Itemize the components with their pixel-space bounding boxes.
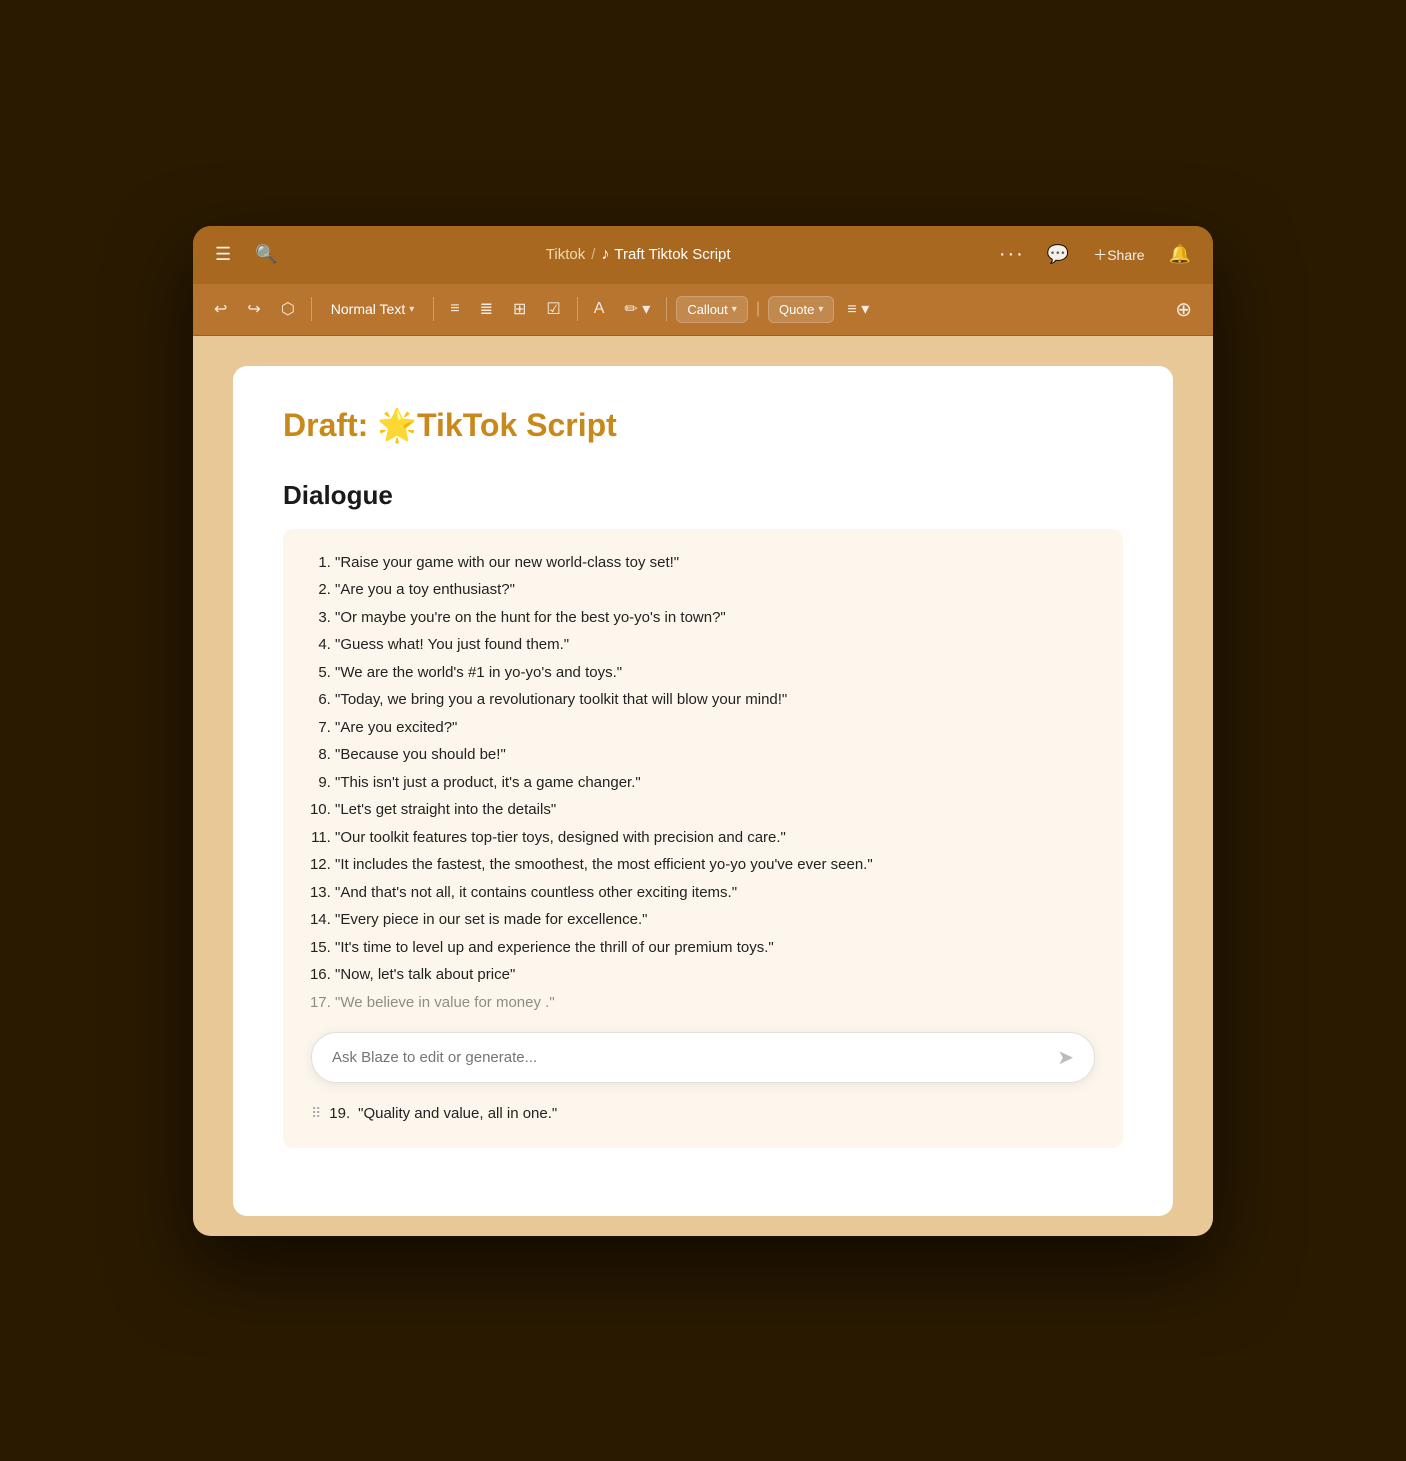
ai-send-button[interactable]: ➤ — [1057, 1045, 1074, 1070]
top-bar-center: Tiktok / ♪ Traft Tiktok Script — [294, 246, 983, 264]
quote-label: Quote — [779, 302, 814, 317]
list-item: "We believe in value for money ." — [335, 989, 1095, 1017]
insert-button[interactable]: ⊕ — [1168, 292, 1199, 327]
list-item: "Raise your game with our new world-clas… — [335, 549, 1095, 577]
list-item: "Are you excited?" — [335, 714, 1095, 742]
list-item: "Now, let's talk about price" — [335, 961, 1095, 989]
redo-button[interactable]: ↪ — [240, 294, 267, 324]
document-title: Draft: 🌟TikTok Script — [283, 406, 1123, 444]
list-item: "Or maybe you're on the hunt for the bes… — [335, 604, 1095, 632]
text-style-label: Normal Text — [331, 301, 405, 317]
checklist-button[interactable]: ☑ — [539, 294, 567, 324]
breadcrumb-parent: Tiktok — [546, 246, 585, 263]
search-button[interactable]: 🔍 — [249, 240, 283, 269]
toolbar: ↩ ↪ ⬡ Normal Text ▾ ≡ ≣ ⊞ ☑ A ✏ ▾ Callou… — [193, 284, 1213, 336]
breadcrumb-current: ♪ Traft Tiktok Script — [601, 246, 730, 264]
ai-input-field[interactable] — [332, 1049, 1057, 1066]
share-button[interactable]: ＋ Share — [1085, 241, 1152, 269]
list-item: "We are the world's #1 in yo-yo's and to… — [335, 659, 1095, 687]
numbered-list-button[interactable]: ≣ — [473, 294, 500, 324]
share-icon: ＋ — [1093, 245, 1107, 265]
undo-button[interactable]: ↩ — [207, 294, 234, 324]
top-bar-right: ··· 💬 ＋ Share 🔔 — [993, 240, 1197, 269]
quote-chevron-icon: ▾ — [818, 304, 823, 315]
list-item: "Because you should be!" — [335, 741, 1095, 769]
document-card: Draft: 🌟TikTok Script Dialogue "Raise yo… — [233, 366, 1173, 1216]
font-color-button[interactable]: A — [587, 295, 612, 323]
app-window: ☰ 🔍 Tiktok / ♪ Traft Tiktok Script ··· 💬… — [193, 226, 1213, 1236]
dialogue-list: "Raise your game with our new world-clas… — [311, 549, 1095, 1017]
callout-dropdown[interactable]: Callout ▾ — [676, 296, 748, 323]
list-item: "Let's get straight into the details" — [335, 796, 1095, 824]
toolbar-divider — [311, 297, 312, 321]
table-button[interactable]: ⊞ — [506, 294, 533, 324]
callout-label: Callout — [687, 302, 727, 317]
comment-button[interactable]: 💬 — [1041, 240, 1075, 269]
quote-dropdown[interactable]: Quote ▾ — [768, 296, 834, 323]
chevron-down-icon: ▾ — [409, 304, 414, 315]
list-item: "It's time to level up and experience th… — [335, 934, 1095, 962]
list-item: "Guess what! You just found them." — [335, 631, 1095, 659]
drag-handle-icon[interactable]: ⠿ — [311, 1105, 321, 1122]
align-dropdown[interactable]: ≡ ▾ — [840, 294, 876, 324]
list-item: "Are you a toy enthusiast?" — [335, 576, 1095, 604]
bullet-list-button[interactable]: ≡ — [443, 295, 466, 323]
text-style-dropdown[interactable]: Normal Text ▾ — [321, 296, 424, 322]
menu-button[interactable]: ☰ — [209, 240, 237, 269]
dialogue-list-container: "Raise your game with our new world-clas… — [283, 529, 1123, 1149]
content-area: Draft: 🌟TikTok Script Dialogue "Raise yo… — [193, 336, 1213, 1236]
list-item: "This isn't just a product, it's a game … — [335, 769, 1095, 797]
toolbar-divider-3 — [577, 297, 578, 321]
erase-button[interactable]: ⬡ — [274, 294, 302, 324]
list-item-19-number: 19. — [329, 1105, 350, 1122]
ai-input-bar: ➤ — [311, 1032, 1095, 1083]
top-bar-left: ☰ 🔍 — [209, 240, 284, 269]
list-item: "And that's not all, it contains countle… — [335, 879, 1095, 907]
notification-button[interactable]: 🔔 — [1163, 240, 1197, 269]
list-item-19-text: "Quality and value, all in one." — [358, 1105, 557, 1122]
section-heading-dialogue: Dialogue — [283, 480, 1123, 511]
top-bar: ☰ 🔍 Tiktok / ♪ Traft Tiktok Script ··· 💬… — [193, 226, 1213, 284]
list-item-19: ⠿ 19. "Quality and value, all in one." — [311, 1099, 1095, 1128]
list-item: "Every piece in our set is made for exce… — [335, 906, 1095, 934]
toolbar-divider-4 — [666, 297, 667, 321]
toolbar-divider-2 — [433, 297, 434, 321]
font-color-icon: A — [594, 300, 605, 318]
breadcrumb-separator: / — [591, 246, 595, 263]
list-item: "Today, we bring you a revolutionary too… — [335, 686, 1095, 714]
page-title: Traft Tiktok Script — [614, 246, 730, 263]
callout-chevron-icon: ▾ — [732, 304, 737, 315]
tiktok-logo-icon: ♪ — [601, 246, 609, 264]
list-item: "Our toolkit features top-tier toys, des… — [335, 824, 1095, 852]
list-item: "It includes the fastest, the smoothest,… — [335, 851, 1095, 879]
more-options-button[interactable]: ··· — [993, 241, 1031, 268]
highlight-button[interactable]: ✏ ▾ — [617, 294, 657, 324]
